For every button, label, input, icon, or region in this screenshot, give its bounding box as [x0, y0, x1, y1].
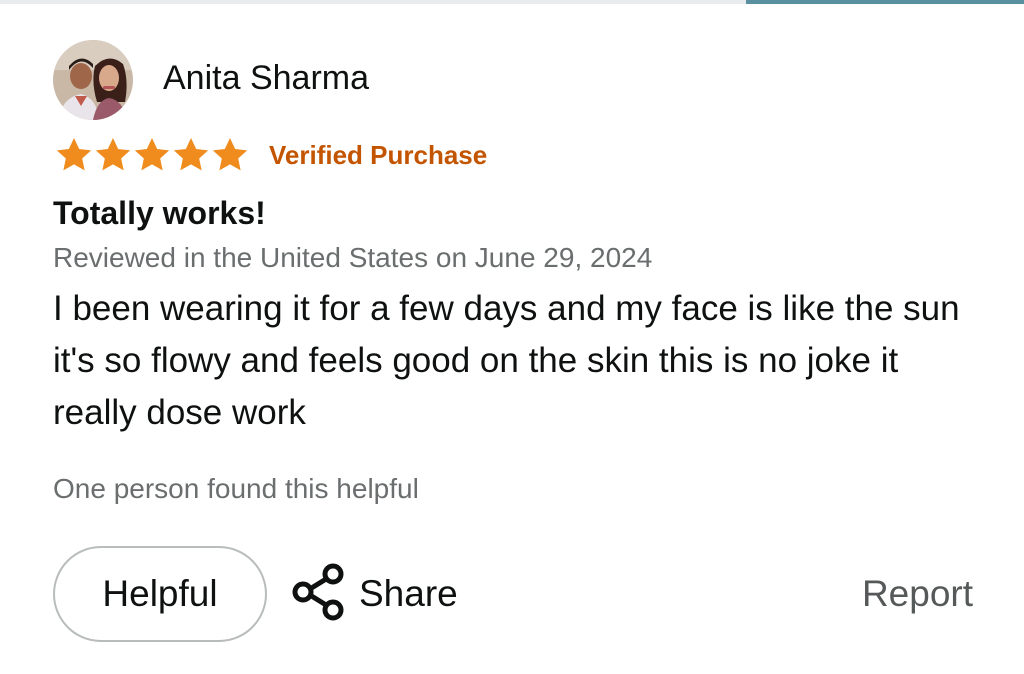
share-button-label: Share	[359, 573, 458, 614]
verified-purchase-badge: Verified Purchase	[269, 139, 488, 170]
star-icon	[56, 138, 92, 171]
star-icon	[212, 138, 248, 171]
rating-row: Verified Purchase	[53, 133, 983, 177]
review-actions: Helpful Share Report	[53, 546, 973, 644]
share-icon	[291, 562, 345, 627]
star-icon	[134, 138, 170, 171]
share-button[interactable]: Share	[291, 546, 458, 642]
review-body: I been wearing it for a few days and my …	[53, 289, 960, 432]
star-icon	[173, 138, 209, 171]
report-link[interactable]: Report	[862, 546, 973, 642]
helpful-button-label: Helpful	[102, 573, 218, 614]
star-rating[interactable]	[53, 135, 248, 175]
review-card: Anita Sharma Verified Purchase Totally w…	[53, 40, 983, 509]
helpful-count: One person found this helpful	[53, 473, 419, 504]
star-icon	[95, 138, 131, 171]
avatar[interactable]	[53, 40, 133, 120]
author-row: Anita Sharma	[53, 40, 983, 120]
review-meta: Reviewed in the United States on June 29…	[53, 242, 653, 273]
author-name[interactable]: Anita Sharma	[163, 59, 369, 98]
review-title: Totally works!	[53, 195, 266, 231]
top-accent-bar	[746, 0, 1024, 4]
helpful-button[interactable]: Helpful	[53, 546, 267, 642]
